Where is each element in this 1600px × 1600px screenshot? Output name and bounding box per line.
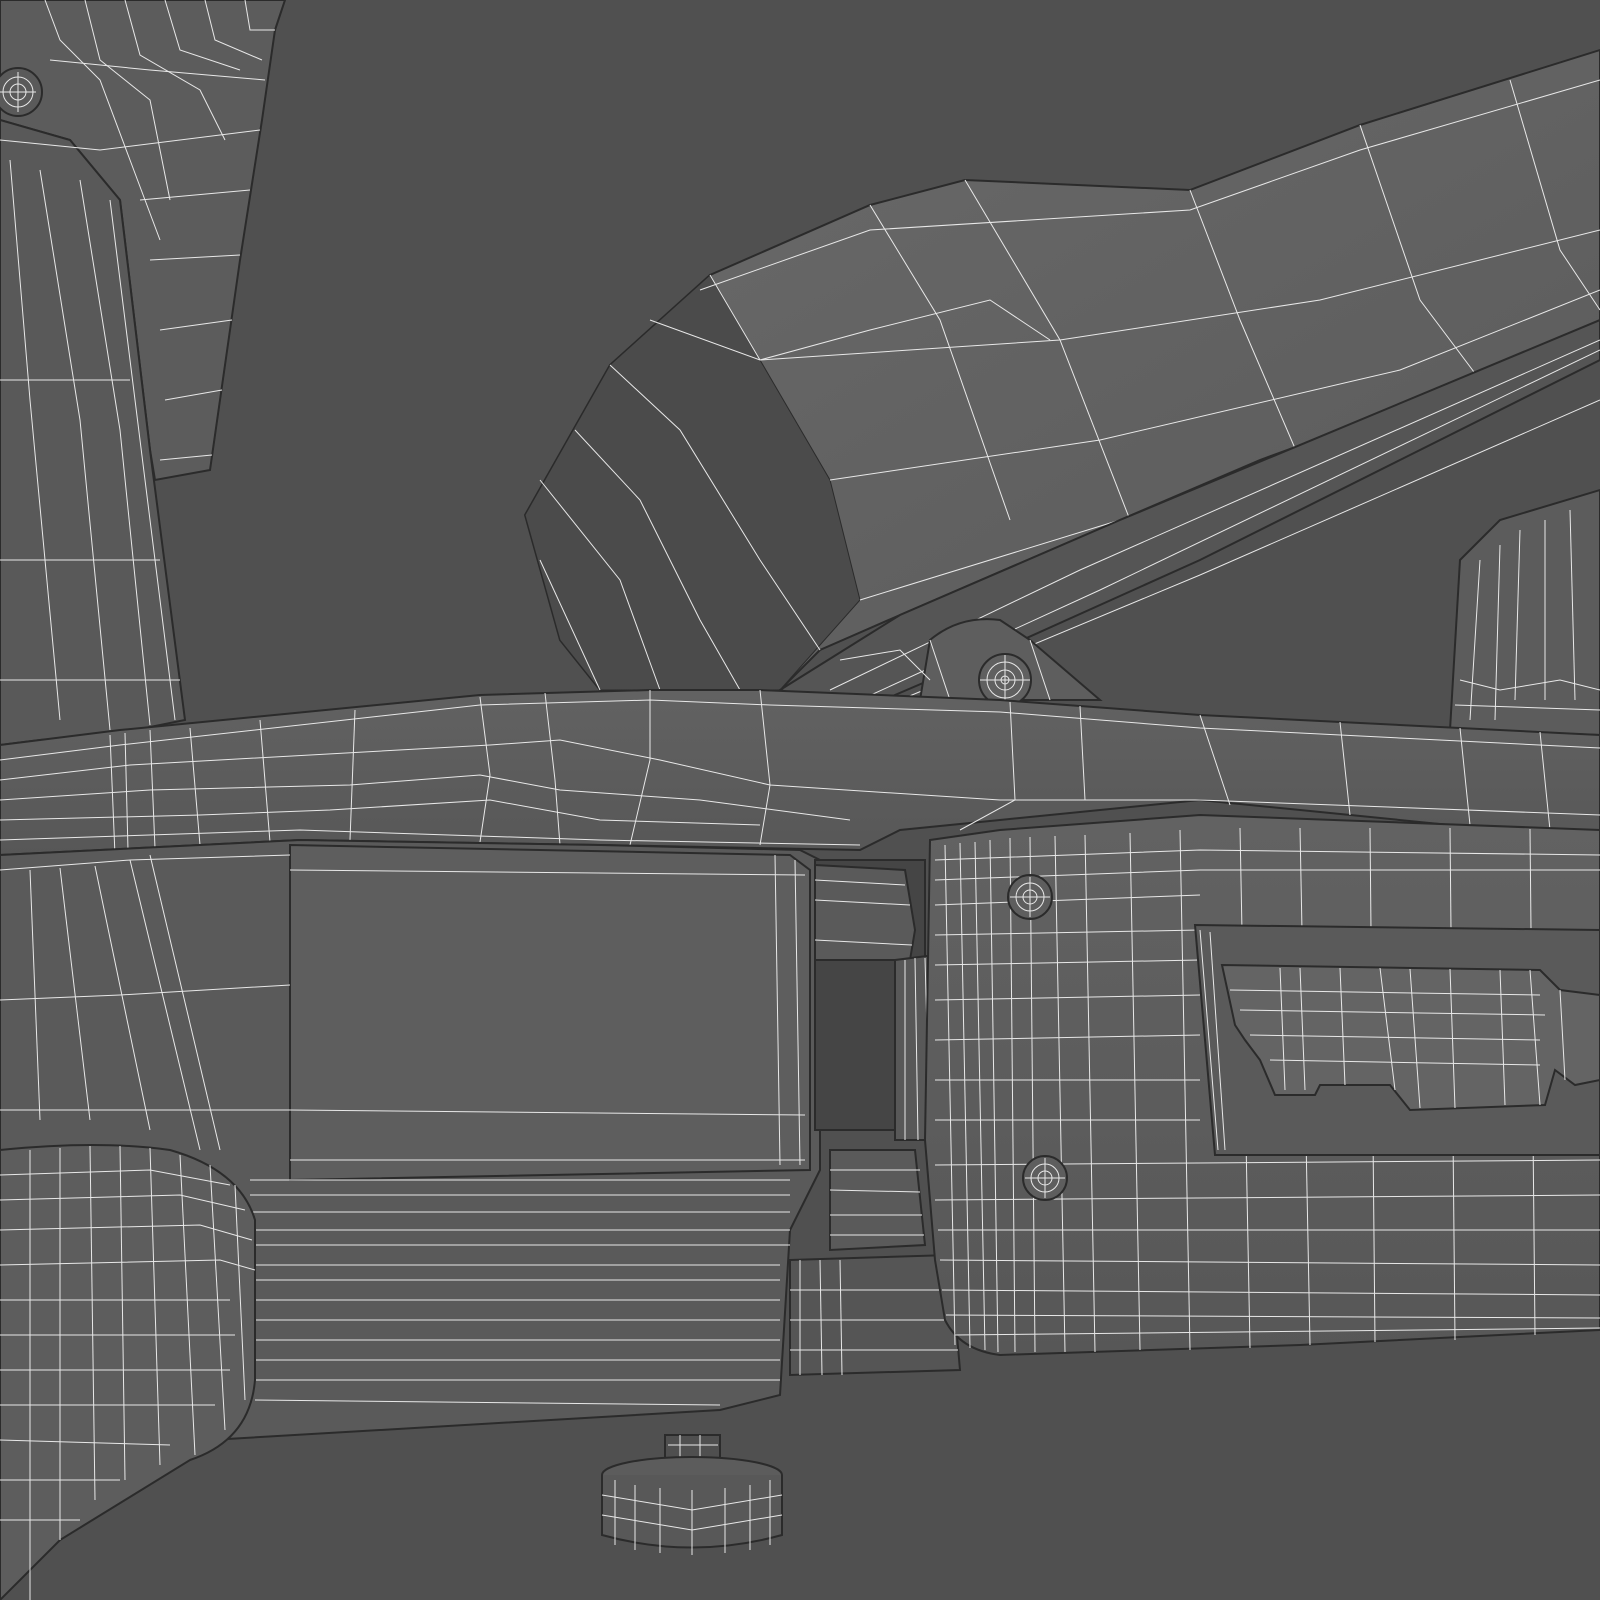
right-box-body — [923, 813, 1600, 1357]
wireframe-render — [0, 0, 1600, 1600]
